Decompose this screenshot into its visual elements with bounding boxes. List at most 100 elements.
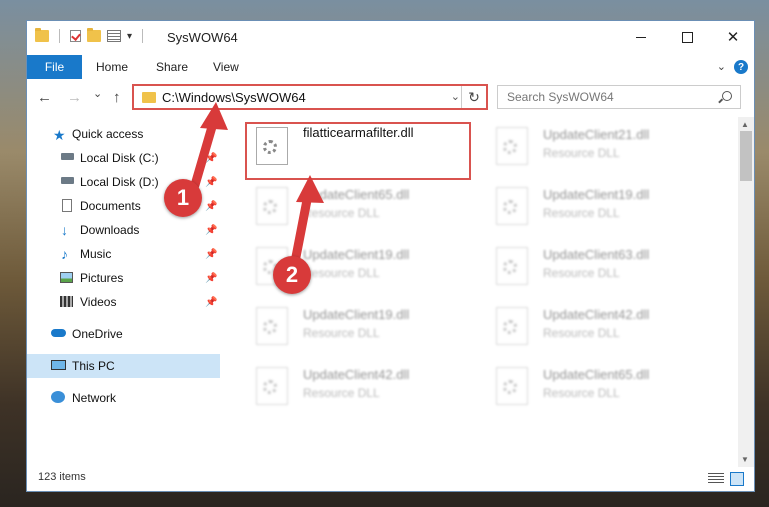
scrollbar-thumb[interactable] — [740, 131, 752, 181]
file-type: Resource DLL — [303, 206, 380, 220]
tab-home[interactable]: Home — [96, 55, 128, 79]
dll-file-icon — [496, 367, 528, 405]
file-name: UpdateClient65.dll — [543, 367, 650, 382]
sidebar-item-label: Local Disk (D:) — [80, 175, 159, 189]
sidebar-item-label: Network — [72, 391, 117, 405]
downloads-icon: ↓ — [61, 222, 68, 238]
sidebar-item-pictures[interactable]: Pictures 📌 — [27, 266, 220, 290]
file-item[interactable]: UpdateClient65.dll Resource DLL — [250, 181, 480, 237]
scroll-down-icon[interactable]: ▼ — [741, 455, 749, 464]
sidebar-item-local-disk-c[interactable]: Local Disk (C:) 📌 — [27, 146, 220, 170]
file-name: UpdateClient21.dll — [543, 127, 650, 142]
sidebar-item-quick-access[interactable]: ★ Quick access — [27, 122, 220, 146]
new-folder-icon[interactable] — [87, 28, 101, 42]
address-dropdown-icon[interactable]: ⌄ — [451, 90, 460, 103]
vertical-scrollbar[interactable]: ▲ ▼ — [738, 117, 754, 467]
callout-badge-1: 1 — [164, 179, 202, 217]
file-name: UpdateClient42.dll — [543, 307, 650, 322]
maximize-icon — [681, 31, 693, 43]
large-icons-view-icon[interactable] — [730, 472, 744, 486]
file-item[interactable]: UpdateClient42.dll Resource DLL — [490, 301, 720, 357]
file-type: Resource DLL — [543, 326, 620, 340]
tab-file[interactable]: File — [27, 55, 82, 79]
file-name: UpdateClient19.dll — [303, 307, 410, 322]
pin-icon[interactable]: 📌 — [205, 249, 217, 260]
pin-icon[interactable]: 📌 — [205, 153, 217, 164]
minimize-button[interactable] — [618, 21, 664, 53]
details-view-icon[interactable] — [708, 473, 724, 484]
computer-icon — [51, 360, 66, 370]
sidebar-item-onedrive[interactable]: OneDrive — [27, 322, 220, 346]
help-icon[interactable]: ? — [734, 60, 748, 74]
file-type: Resource DLL — [543, 146, 620, 160]
sidebar-item-label: This PC — [72, 359, 115, 373]
maximize-button[interactable] — [664, 21, 710, 53]
file-item[interactable]: UpdateClient19.dll Resource DLL — [490, 181, 720, 237]
scroll-up-icon[interactable]: ▲ — [741, 120, 749, 129]
pin-icon[interactable]: 📌 — [205, 177, 217, 188]
videos-icon — [60, 296, 73, 307]
dll-file-icon — [256, 187, 288, 225]
pictures-icon — [60, 272, 73, 283]
refresh-button[interactable]: ↻ — [461, 86, 486, 108]
ribbon-tabs: File Home Share View ⌄ ? — [27, 55, 754, 79]
toolbar-separator — [142, 29, 144, 43]
sidebar-item-downloads[interactable]: ↓ Downloads 📌 — [27, 218, 220, 242]
file-name: UpdateClient63.dll — [543, 247, 650, 262]
forward-button[interactable]: → — [67, 89, 82, 106]
pin-icon[interactable]: 📌 — [205, 297, 217, 308]
file-item[interactable]: UpdateClient42.dll Resource DLL — [250, 361, 480, 417]
sidebar-item-music[interactable]: ♪ Music 📌 — [27, 242, 220, 266]
toolbar-dropdown-icon[interactable]: ▾ — [127, 31, 132, 42]
star-icon: ★ — [53, 127, 66, 143]
minimize-icon — [636, 36, 646, 38]
close-button[interactable]: ✕ — [710, 21, 754, 53]
file-item[interactable]: UpdateClient65.dll Resource DLL — [490, 361, 720, 417]
pin-icon[interactable]: 📌 — [205, 273, 217, 284]
file-type: Resource DLL — [303, 266, 380, 280]
file-type: Resource DLL — [303, 386, 380, 400]
sidebar-item-videos[interactable]: Videos 📌 — [27, 290, 220, 314]
file-item[interactable]: UpdateClient63.dll Resource DLL — [490, 241, 720, 297]
gear-icon — [503, 140, 517, 154]
sidebar-item-label: OneDrive — [72, 327, 123, 341]
music-icon: ♪ — [61, 246, 68, 262]
folder-icon — [142, 92, 156, 103]
network-icon — [51, 391, 65, 403]
sidebar-item-label: Pictures — [80, 271, 124, 285]
sidebar-item-label: Downloads — [80, 223, 140, 237]
search-icon[interactable] — [722, 91, 732, 101]
properties-check-icon[interactable] — [70, 30, 81, 42]
back-button[interactable]: ← — [37, 89, 52, 106]
gear-icon — [503, 380, 517, 394]
expand-ribbon-icon[interactable]: ⌄ — [717, 60, 726, 73]
search-placeholder: Search SysWOW64 — [507, 90, 614, 104]
file-name: UpdateClient19.dll — [543, 187, 650, 202]
search-input[interactable]: Search SysWOW64 — [497, 85, 741, 109]
file-item[interactable]: UpdateClient21.dll Resource DLL — [490, 121, 720, 177]
file-type: Resource DLL — [543, 206, 620, 220]
file-item[interactable]: UpdateClient19.dll Resource DLL — [250, 301, 480, 357]
dll-file-icon — [256, 307, 288, 345]
pin-icon[interactable]: 📌 — [205, 201, 217, 212]
pin-icon[interactable]: 📌 — [205, 225, 217, 236]
gear-icon — [263, 200, 277, 214]
address-bar[interactable]: C:\Windows\SysWOW64 ⌄ ↻ — [132, 84, 488, 110]
drive-icon — [61, 177, 74, 184]
file-highlight-box — [245, 122, 471, 180]
file-name: UpdateClient65.dll — [303, 187, 410, 202]
customize-view-icon[interactable] — [107, 30, 121, 42]
gear-icon — [263, 320, 277, 334]
sidebar-item-network[interactable]: Network — [27, 386, 220, 410]
tab-view[interactable]: View — [213, 55, 239, 79]
file-name: UpdateClient42.dll — [303, 367, 410, 382]
sidebar-item-this-pc[interactable]: This PC — [27, 354, 220, 378]
sidebar-item-label: Documents — [80, 199, 141, 213]
dll-file-icon — [496, 187, 528, 225]
gear-icon — [503, 200, 517, 214]
recent-locations-button[interactable]: ⌄ — [93, 87, 102, 100]
tab-share[interactable]: Share — [156, 55, 188, 79]
up-button[interactable]: ↑ — [113, 89, 121, 106]
address-path[interactable]: C:\Windows\SysWOW64 — [162, 90, 306, 105]
file-explorer-window: ▾ SysWOW64 ✕ File Home Share View ⌄ ? ← … — [26, 20, 755, 492]
